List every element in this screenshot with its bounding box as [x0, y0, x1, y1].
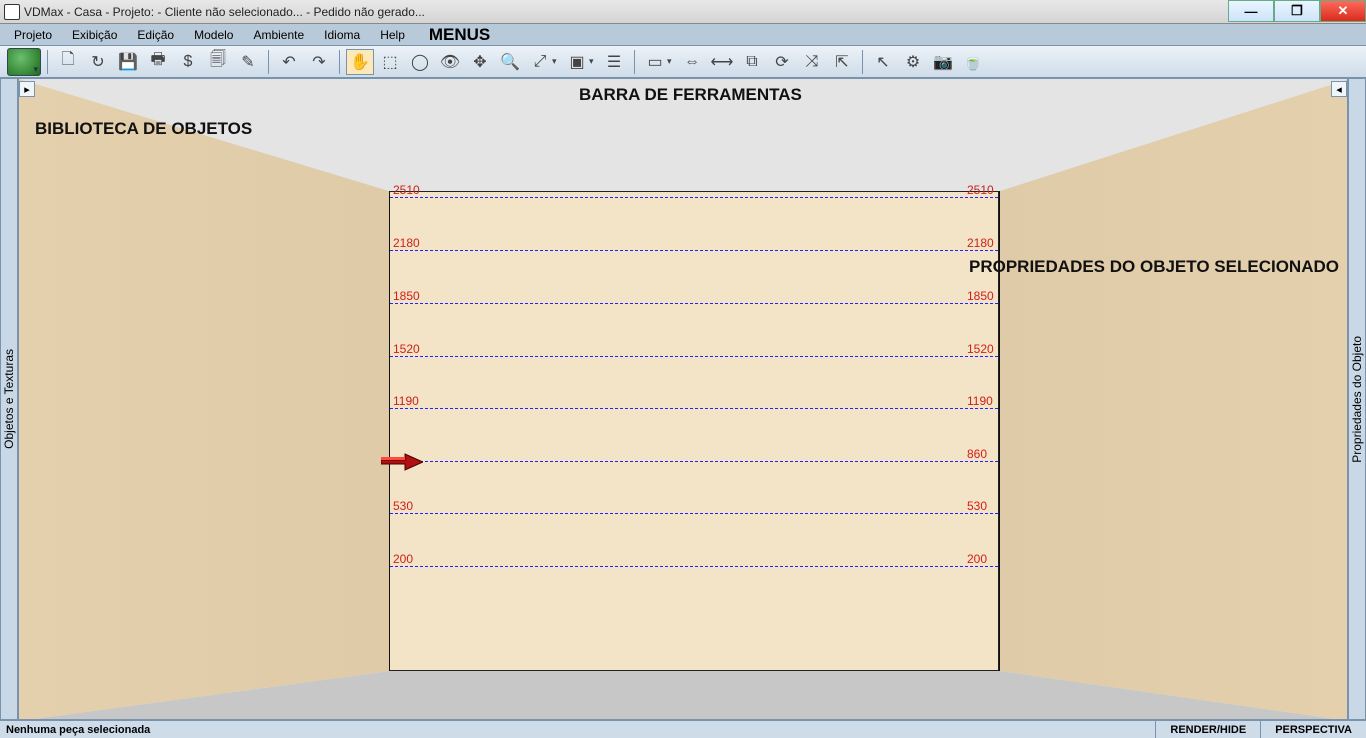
- grid-line: [390, 303, 998, 304]
- grid-label-right: 860: [967, 447, 987, 461]
- chevron-down-icon[interactable]: ▾: [667, 56, 677, 67]
- right-panel-label: Propriedades do Objeto: [1350, 336, 1364, 463]
- grid-line: [390, 513, 998, 514]
- menu-bar: Projeto Exibição Edição Modelo Ambiente …: [0, 24, 1366, 46]
- print-icon[interactable]: 🖶: [144, 49, 172, 75]
- grid-label-left: 1190: [393, 394, 419, 408]
- title-bar: VDMax - Casa - Projeto: - Cliente não se…: [0, 0, 1366, 24]
- room-3d: 2510 2510 2180 2180 1850 1850 1520 1520 1190 1190…: [19, 79, 1347, 719]
- redo-icon[interactable]: ↷: [305, 49, 333, 75]
- expand-right-icon[interactable]: ◂: [1331, 81, 1347, 97]
- expand-left-icon[interactable]: ▸: [19, 81, 35, 97]
- orbit-icon[interactable]: ◯: [406, 49, 434, 75]
- status-message: Nenhuma peça selecionada: [0, 724, 1155, 736]
- grid-line: [390, 197, 998, 198]
- grid-line: [390, 356, 998, 357]
- propriedades-overlay-label: PROPRIEDADES DO OBJETO SELECIONADO: [969, 257, 1339, 277]
- grid-line: [390, 250, 998, 251]
- dimension-icon[interactable]: ⟷: [708, 49, 736, 75]
- grid-line: [390, 408, 998, 409]
- select-icon[interactable]: ⬚: [376, 49, 404, 75]
- chevron-down-icon[interactable]: ▾: [552, 56, 562, 67]
- pencil-icon[interactable]: ✎: [234, 49, 262, 75]
- menu-projeto[interactable]: Projeto: [4, 26, 62, 44]
- cost-icon[interactable]: $: [174, 49, 202, 75]
- status-perspectiva[interactable]: PERSPECTIVA: [1260, 721, 1366, 738]
- grid-label-right: 530: [967, 499, 987, 513]
- new-icon[interactable]: 🗋: [54, 49, 82, 75]
- grid-label-left: 2180: [393, 236, 420, 250]
- grid-label-right: 1850: [967, 289, 994, 303]
- toolbar: 🗋 ↻ 💾 🖶 $ 🗐 ✎ ↶ ↷ ✋ ⬚ ◯ 👁 ✥ 🔍 ⤢▾ ▣▾ ☰ ▭▾…: [0, 46, 1366, 78]
- grid-line: [390, 566, 998, 567]
- layers-icon[interactable]: ☰: [600, 49, 628, 75]
- zoomfit-icon[interactable]: ⤢: [526, 49, 554, 75]
- camera-icon[interactable]: 📷: [929, 49, 957, 75]
- status-bar: Nenhuma peça selecionada RENDER/HIDE PER…: [0, 720, 1366, 738]
- docs-icon[interactable]: 🗐: [204, 49, 232, 75]
- status-renderhide[interactable]: RENDER/HIDE: [1155, 721, 1260, 738]
- zoom-icon[interactable]: 🔍: [496, 49, 524, 75]
- pan-icon[interactable]: ✥: [466, 49, 494, 75]
- grid-label-right: 1190: [967, 394, 993, 408]
- left-panel-label: Objetos e Texturas: [2, 349, 16, 449]
- align-icon[interactable]: ⇱: [828, 49, 856, 75]
- hand-icon[interactable]: ✋: [346, 49, 374, 75]
- save-icon[interactable]: 💾: [114, 49, 142, 75]
- grid-label-left: 200: [393, 552, 413, 566]
- menu-edicao[interactable]: Edição: [127, 26, 184, 44]
- menu-idioma[interactable]: Idioma: [314, 26, 370, 44]
- pointer-icon[interactable]: ↖: [869, 49, 897, 75]
- menu-modelo[interactable]: Modelo: [184, 26, 243, 44]
- grid-label-left: 1520: [393, 342, 420, 356]
- pick-icon[interactable]: ▭: [641, 49, 669, 75]
- main-area: Objetos e Texturas Propriedades do Objet…: [0, 78, 1366, 720]
- rotate2-icon[interactable]: ⤨: [798, 49, 826, 75]
- left-panel-tab[interactable]: Objetos e Texturas: [0, 78, 18, 720]
- teapot-icon[interactable]: 🍵: [959, 49, 987, 75]
- window-buttons: — ❐ ✕: [1228, 0, 1366, 22]
- open-icon[interactable]: ↻: [84, 49, 112, 75]
- edge-line: [389, 191, 390, 671]
- minimize-button[interactable]: —: [1228, 0, 1274, 22]
- grid-line: [390, 461, 998, 462]
- world-menu-button[interactable]: [7, 48, 41, 76]
- chevron-down-icon[interactable]: ▾: [589, 56, 599, 67]
- grid-label-right: 200: [967, 552, 987, 566]
- grid-label-left: 1850: [393, 289, 420, 303]
- viewport-3d[interactable]: ▸ ◂ 2510 2510 2180 2180 1850 1850 1520 1520 1190…: [18, 78, 1348, 720]
- menu-exibicao[interactable]: Exibição: [62, 26, 127, 44]
- grid-label-right: 2510: [967, 183, 994, 197]
- grid-label-left: 530: [393, 499, 413, 513]
- right-panel-tab[interactable]: Propriedades do Objeto: [1348, 78, 1366, 720]
- box-icon[interactable]: ▣: [563, 49, 591, 75]
- menu-help[interactable]: Help: [370, 26, 415, 44]
- wall-back: [389, 191, 999, 671]
- grid-label-left: 2510: [393, 183, 420, 197]
- rotate-icon[interactable]: ⟳: [768, 49, 796, 75]
- toolbar-overlay-label: BARRA DE FERRAMENTAS: [579, 85, 802, 105]
- app-icon: [4, 4, 20, 20]
- menu-ambiente[interactable]: Ambiente: [243, 26, 314, 44]
- connector-icon[interactable]: ⇔: [678, 49, 706, 75]
- eye-icon[interactable]: 👁: [436, 49, 464, 75]
- red-arrow-icon[interactable]: [381, 452, 423, 472]
- undo-icon[interactable]: ↶: [275, 49, 303, 75]
- maximize-button[interactable]: ❐: [1274, 0, 1320, 22]
- grid-label-right: 1520: [967, 342, 994, 356]
- close-button[interactable]: ✕: [1320, 0, 1366, 22]
- menus-overlay-label: MENUS: [429, 25, 490, 45]
- biblioteca-overlay-label: BIBLIOTECA DE OBJETOS: [35, 119, 252, 139]
- mirror-icon[interactable]: ⧉: [738, 49, 766, 75]
- window-title: VDMax - Casa - Projeto: - Cliente não se…: [24, 5, 425, 19]
- grid-label-right: 2180: [967, 236, 994, 250]
- gear-icon[interactable]: ⚙: [899, 49, 927, 75]
